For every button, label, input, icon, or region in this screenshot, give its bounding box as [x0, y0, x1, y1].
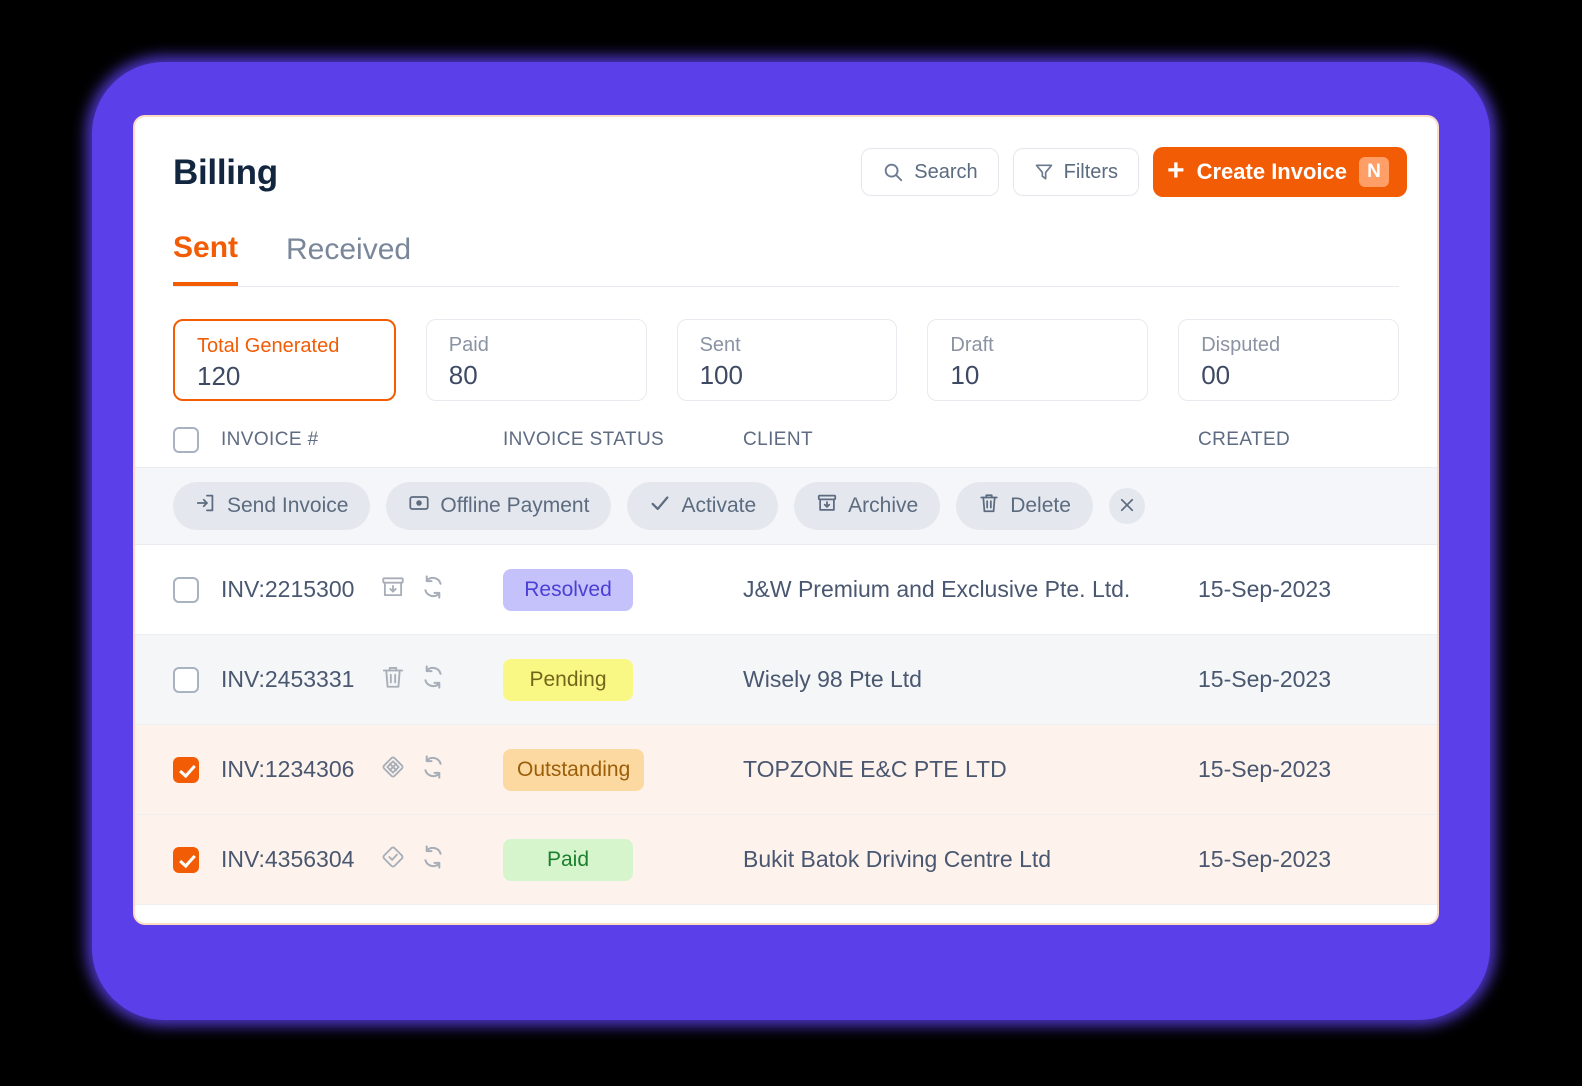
- column-header-invoice: INVOICE #: [221, 429, 319, 450]
- bulk-action-toolbar: Send Invoice Offline Payment Activate Ar…: [135, 467, 1437, 545]
- screenshot-stage: Billing Search Filters + Create Invoice …: [0, 0, 1582, 1086]
- row-checkbox[interactable]: [173, 576, 199, 603]
- refresh-icon[interactable]: [420, 754, 446, 786]
- refresh-icon[interactable]: [420, 574, 446, 606]
- trash-icon: [978, 492, 1000, 520]
- client-name: Bukit Batok Driving Centre Ltd: [743, 846, 1052, 872]
- stat-value: 80: [448, 360, 478, 390]
- status-cell: Paid: [503, 838, 743, 881]
- table-header-row: INVOICE # INVOICE STATUS CLIENT CREATED: [135, 427, 1437, 467]
- plus-icon: +: [1167, 153, 1185, 187]
- offline-payment-label: Offline Payment: [440, 494, 590, 517]
- invoice-number: INV:2215300: [221, 576, 355, 602]
- create-invoice-shortcut-badge: N: [1359, 157, 1389, 187]
- stat-card-total-generated[interactable]: Total Generated 120: [173, 319, 396, 401]
- client-name: TOPZONE E&C PTE LTD: [743, 756, 1007, 782]
- activate-label: Activate: [681, 494, 757, 517]
- refresh-icon[interactable]: [420, 664, 446, 696]
- tab-sent[interactable]: Sent: [173, 225, 239, 286]
- stat-label: Draft: [950, 334, 994, 356]
- row-action-icons: [380, 754, 446, 786]
- invoice-number: INV:1234306: [221, 756, 355, 782]
- table-row[interactable]: INV:1234306 Outstanding TOPZONE E&C PTE …: [135, 725, 1437, 815]
- trash-icon[interactable]: [380, 664, 406, 696]
- header-actions: Search Filters + Create Invoice N: [861, 147, 1407, 197]
- page-title: Billing: [173, 153, 278, 192]
- search-icon: [882, 161, 904, 183]
- status-cell: Pending: [503, 658, 743, 701]
- table-row[interactable]: INV:2215300 Resolved J&W Premium and Exc…: [135, 545, 1437, 635]
- billing-card: Billing Search Filters + Create Invoice …: [133, 115, 1439, 925]
- stat-label: Disputed: [1201, 334, 1281, 356]
- invoice-number: INV:2453331: [221, 666, 355, 692]
- stat-value: 100: [699, 360, 743, 390]
- search-button[interactable]: Search: [861, 148, 999, 196]
- client-name: Wisely 98 Pte Ltd: [743, 666, 922, 692]
- refresh-icon[interactable]: [420, 844, 446, 876]
- filters-button[interactable]: Filters: [1012, 148, 1140, 196]
- stat-card-sent[interactable]: Sent 100: [676, 319, 898, 401]
- status-badge: Paid: [503, 838, 633, 881]
- tab-received[interactable]: Received: [286, 225, 411, 286]
- status-cell: Resolved: [503, 568, 743, 611]
- stat-value: 00: [1201, 360, 1231, 390]
- invoice-number: INV:4356304: [221, 846, 355, 872]
- status-badge: Pending: [503, 658, 633, 701]
- send-invoice-action[interactable]: Send Invoice: [173, 482, 371, 530]
- column-header-client: CLIENT: [743, 429, 813, 450]
- filters-label: Filters: [1063, 160, 1119, 183]
- created-date: 15-Sep-2023: [1198, 666, 1331, 692]
- stat-card-disputed[interactable]: Disputed 00: [1178, 319, 1399, 401]
- stat-label: Paid: [448, 334, 489, 356]
- row-checkbox[interactable]: [173, 846, 199, 873]
- select-all-checkbox[interactable]: [173, 427, 199, 453]
- tab-bar: Sent Received: [173, 225, 1399, 287]
- column-header-status: INVOICE STATUS: [503, 429, 665, 450]
- close-icon: [1118, 496, 1136, 517]
- archive-icon[interactable]: [380, 574, 406, 606]
- row-action-icons: [380, 664, 446, 696]
- check-icon: [649, 492, 671, 520]
- row-checkbox[interactable]: [173, 666, 199, 693]
- stat-value: 10: [950, 360, 980, 390]
- offline-payment-action[interactable]: Offline Payment: [386, 482, 612, 530]
- row-action-icons: [380, 574, 446, 606]
- status-badge: Outstanding: [503, 748, 645, 791]
- search-label: Search: [914, 160, 978, 183]
- create-invoice-button[interactable]: + Create Invoice N: [1153, 147, 1407, 197]
- offline-payment-icon: [408, 492, 430, 520]
- column-header-created: CREATED: [1198, 429, 1291, 450]
- created-date: 15-Sep-2023: [1198, 846, 1331, 872]
- create-invoice-label: Create Invoice: [1196, 159, 1347, 184]
- archive-action[interactable]: Archive: [794, 482, 941, 530]
- stat-card-row: Total Generated 120 Paid 80 Sent 100 Dra…: [173, 319, 1399, 401]
- delete-action[interactable]: Delete: [956, 482, 1093, 530]
- created-date: 15-Sep-2023: [1198, 576, 1331, 602]
- status-badge: Resolved: [503, 568, 633, 611]
- table-row[interactable]: INV:4356304 Paid Bukit Batok Driving Cen…: [135, 815, 1437, 905]
- stat-card-draft[interactable]: Draft 10: [927, 319, 1149, 401]
- row-checkbox[interactable]: [173, 756, 199, 783]
- send-invoice-label: Send Invoice: [227, 494, 349, 517]
- table-row[interactable]: INV:2453331 Pending Wisely 98 Pte Ltd 15…: [135, 635, 1437, 725]
- stat-card-paid[interactable]: Paid 80: [425, 319, 647, 401]
- created-date: 15-Sep-2023: [1198, 756, 1331, 782]
- status-cell: Outstanding: [503, 748, 743, 791]
- card-header: Billing Search Filters + Create Invoice …: [135, 117, 1437, 225]
- stat-value: 120: [197, 361, 241, 391]
- stat-label: Total Generated: [197, 335, 340, 357]
- activate-action[interactable]: Activate: [627, 482, 779, 530]
- archive-label: Archive: [848, 494, 919, 517]
- diamond-cross-icon[interactable]: [380, 754, 406, 786]
- invoice-table: INVOICE # INVOICE STATUS CLIENT CREATED: [135, 427, 1437, 905]
- filter-icon: [1034, 162, 1054, 182]
- stat-label: Sent: [699, 334, 741, 356]
- archive-icon: [816, 492, 838, 520]
- close-bulk-toolbar-button[interactable]: [1108, 488, 1145, 524]
- row-action-icons: [380, 844, 446, 876]
- client-name: J&W Premium and Exclusive Pte. Ltd.: [743, 576, 1131, 602]
- send-invoice-icon: [195, 492, 217, 520]
- diamond-check-icon[interactable]: [380, 844, 406, 876]
- delete-label: Delete: [1010, 494, 1071, 517]
